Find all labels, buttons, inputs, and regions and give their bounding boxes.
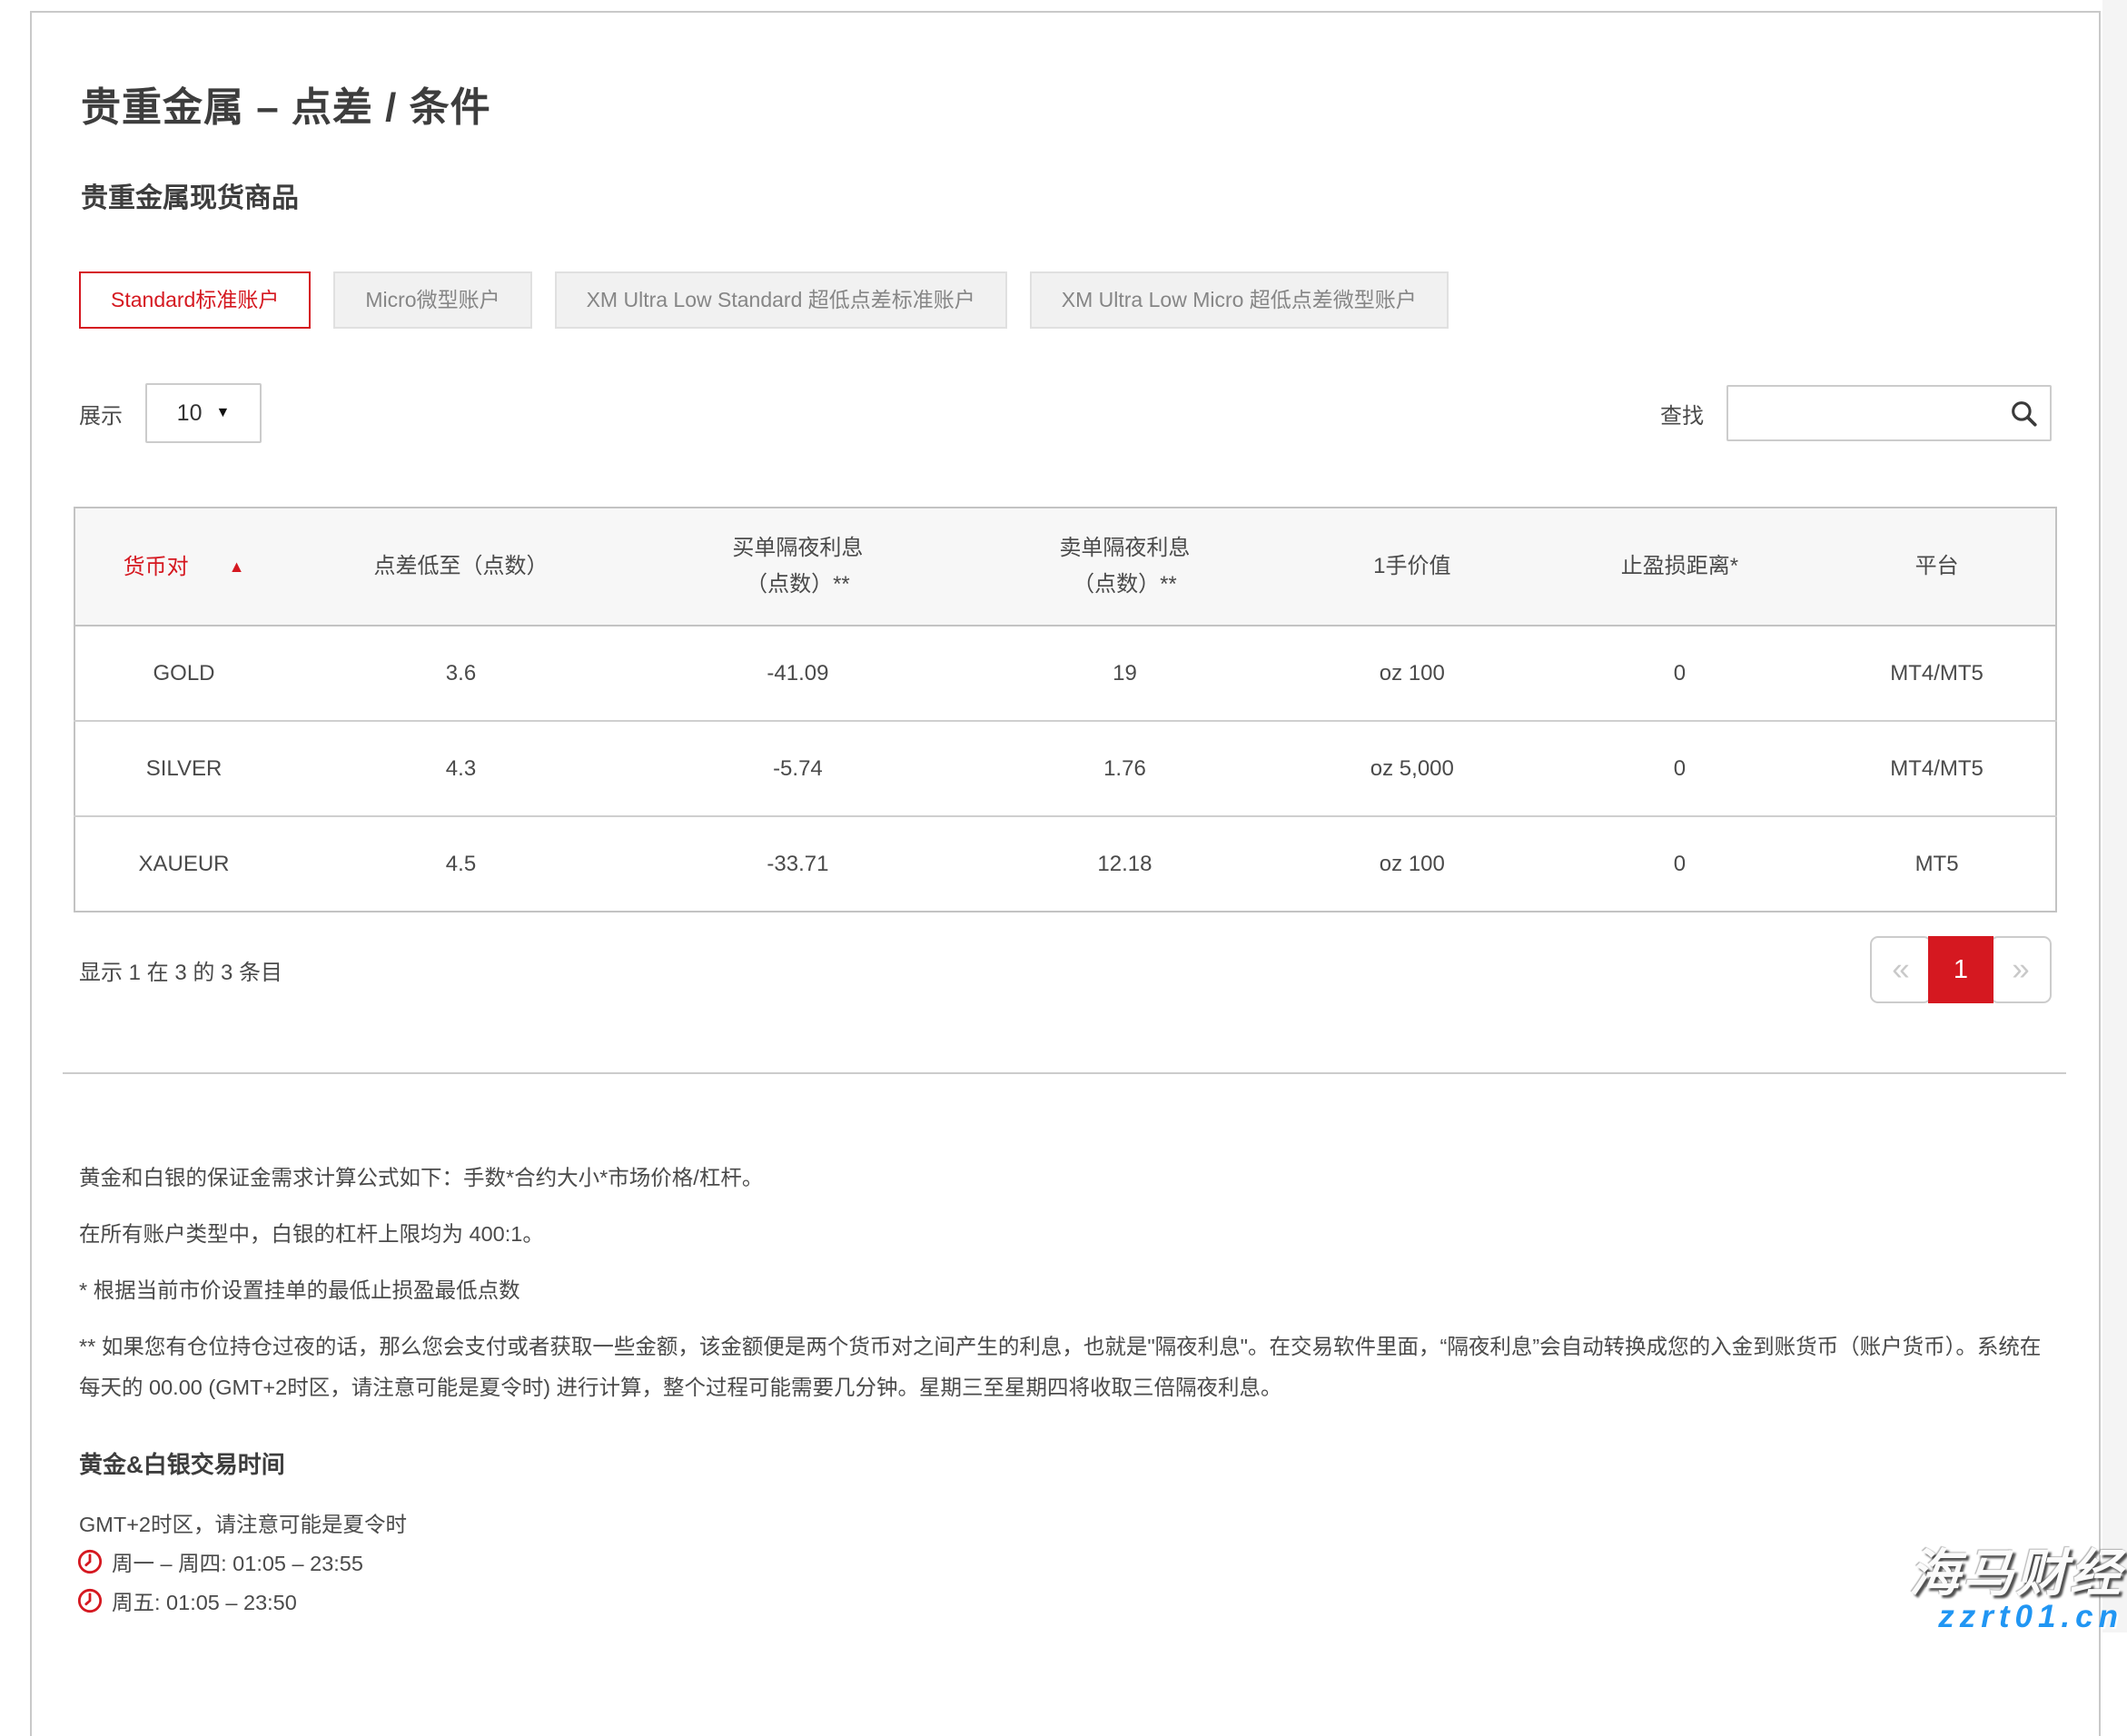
stop-level-footnote: * 根据当前市价设置挂单的最低止损盈最低点数 [79,1270,2052,1311]
page-right-gutter [2102,0,2127,1632]
cell-long-swap: -5.74 [629,721,966,816]
column-header-long-swap: 买单隔夜利息（点数）** [629,508,966,626]
search-input[interactable] [1726,385,2052,441]
tab-ultra-low-standard-account[interactable]: XM Ultra Low Standard 超低点差标准账户 [555,271,1007,329]
tab-standard-account[interactable]: Standard标准账户 [79,271,311,329]
cell-spread: 4.5 [292,816,629,912]
cell-symbol: XAUEUR [74,816,292,912]
clock-icon [77,1549,103,1574]
cell-limit-stop: 0 [1541,721,1818,816]
entries-summary: 显示 1 在 3 的 3 条目 [79,954,282,986]
watermark-url: zzrt01.cn [1909,1601,2123,1632]
content-card: 贵重金属 – 点差 / 条件 贵重金属现货商品 Standard标准账户 Mic… [30,11,2101,1736]
chevron-double-left-icon: « [1892,952,1909,988]
search-label: 查找 [1660,398,1704,429]
column-header-platform: 平台 [1818,508,2056,626]
cell-platform: MT4/MT5 [1818,721,2056,816]
current-page-indicator[interactable]: 1 [1928,936,1993,1003]
show-entries-label: 展示 [79,398,123,429]
tab-ultra-low-micro-account[interactable]: XM Ultra Low Micro 超低点差微型账户 [1030,271,1449,329]
trading-hours-weekdays: 周一 – 周四: 01:05 – 23:55 [77,1546,2052,1577]
leverage-note: 在所有账户类型中，白银的杠杆上限均为 400:1。 [79,1214,2052,1255]
cell-platform: MT4/MT5 [1818,626,2056,721]
cell-symbol: GOLD [74,626,292,721]
chevron-down-icon: ▼ [215,405,230,421]
column-header-spread: 点差低至（点数） [292,508,629,626]
timezone-note: GMT+2时区，请注意可能是夏令时 [79,1507,2052,1538]
cell-spread: 3.6 [292,626,629,721]
cell-short-swap: 19 [966,626,1283,721]
sort-asc-icon: ▲ [229,557,245,576]
swap-footnote: ** 如果您有仓位持仓过夜的话，那么您会支付或者获取一些金额，该金额便是两个货币… [79,1327,2052,1408]
clock-icon [77,1588,103,1613]
page-subtitle: 贵重金属现货商品 [81,175,2057,215]
chevron-double-right-icon: » [2012,952,2029,988]
table-header-row: 货币对▲ 点差低至（点数） 买单隔夜利息（点数）** 卖单隔夜利息（点数）** … [74,508,2056,626]
cell-short-swap: 12.18 [966,816,1283,912]
cell-limit-stop: 0 [1541,626,1818,721]
watermark-brand: 海马财经 [1909,1548,2123,1599]
column-header-lot-value: 1手价值 [1283,508,1541,626]
trading-hours-friday: 周五: 01:05 – 23:50 [77,1585,2052,1616]
cell-spread: 4.3 [292,721,629,816]
search-icon [2008,398,2039,429]
pagination-row: 显示 1 在 3 的 3 条目 « 1 » [79,936,2052,1003]
site-watermark: 海马财经 zzrt01.cn [1909,1548,2123,1632]
cell-lot-value: oz 100 [1283,816,1541,912]
cell-limit-stop: 0 [1541,816,1818,912]
trading-hours-heading: 黄金&白银交易时间 [79,1446,2052,1480]
page-title: 贵重金属 – 点差 / 条件 [81,74,2057,133]
tab-micro-account[interactable]: Micro微型账户 [333,271,531,329]
cell-lot-value: oz 5,000 [1283,721,1541,816]
margin-formula-note: 黄金和白银的保证金需求计算公式如下：手数*合约大小*市场价格/杠杆。 [79,1158,2052,1198]
table-row-silver: SILVER 4.3 -5.74 1.76 oz 5,000 0 MT4/MT5 [74,721,2056,816]
section-divider [63,1072,2066,1074]
cell-short-swap: 1.76 [966,721,1283,816]
table-controls: 展示 10 ▼ 查找 [79,383,2052,443]
column-header-symbol[interactable]: 货币对▲ [74,508,292,626]
page-size-select[interactable]: 10 ▼ [145,383,262,443]
cell-platform: MT5 [1818,816,2056,912]
spreads-table: 货币对▲ 点差低至（点数） 买单隔夜利息（点数）** 卖单隔夜利息（点数）** … [74,507,2057,912]
account-type-tabs: Standard标准账户 Micro微型账户 XM Ultra Low Stan… [79,271,2057,329]
pagination: « 1 » [1870,936,2052,1003]
cell-symbol: SILVER [74,721,292,816]
column-header-short-swap: 卖单隔夜利息（点数）** [966,508,1283,626]
table-row-xaueur: XAUEUR 4.5 -33.71 12.18 oz 100 0 MT5 [74,816,2056,912]
cell-long-swap: -41.09 [629,626,966,721]
column-header-limit-stop-level: 止盈损距离* [1541,508,1818,626]
cell-long-swap: -33.71 [629,816,966,912]
page-size-value: 10 [177,400,203,427]
previous-page-button[interactable]: « [1870,936,1932,1003]
cell-lot-value: oz 100 [1283,626,1541,721]
table-row-gold: GOLD 3.6 -41.09 19 oz 100 0 MT4/MT5 [74,626,2056,721]
next-page-button[interactable]: » [1990,936,2052,1003]
